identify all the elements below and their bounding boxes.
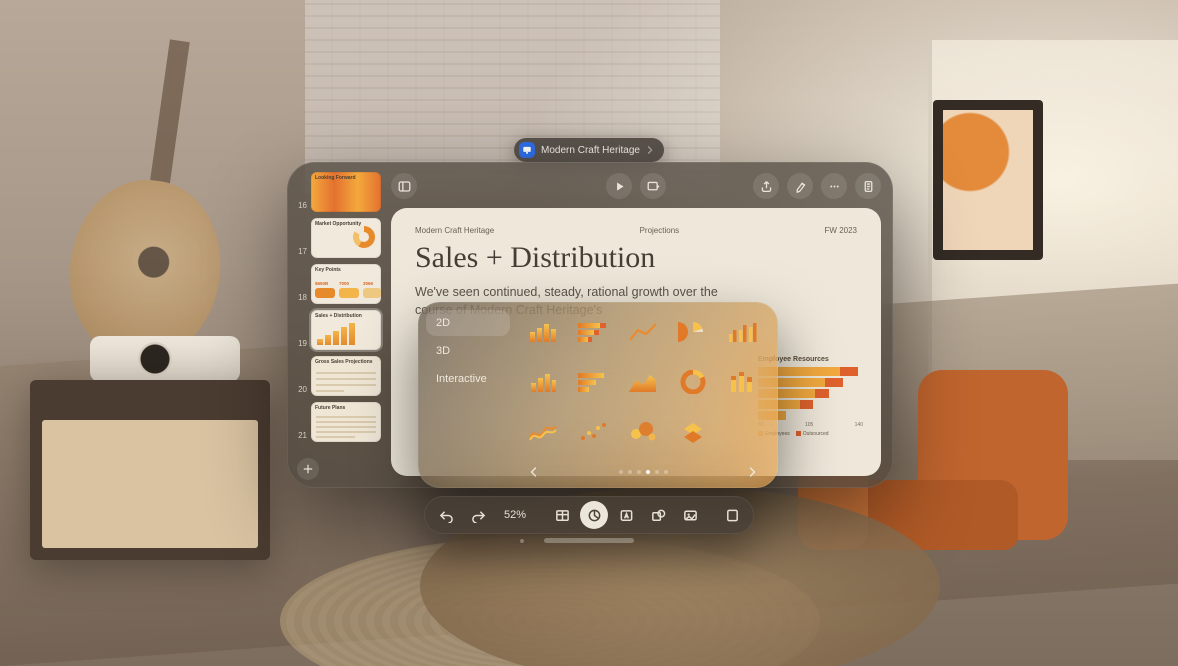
crumb-left: Modern Craft Heritage [415, 226, 494, 235]
chart-type-bar-stacked-vertical[interactable] [722, 360, 764, 404]
page-next-button[interactable] [742, 462, 762, 482]
add-slide-button[interactable] [297, 458, 319, 480]
chart-type-bar-vertical-alt[interactable] [522, 360, 564, 404]
play-in-window-button[interactable] [640, 173, 666, 199]
chart-tab-interactive[interactable]: Interactive [426, 366, 510, 392]
top-toolbar [391, 172, 881, 200]
slide-thumb-21[interactable]: 21 Future Plans [293, 402, 381, 442]
slide-thumb-18[interactable]: 18 Key Points $650B 7000 3066 [293, 264, 381, 304]
chart-type-donut[interactable] [672, 360, 714, 404]
play-button[interactable] [606, 173, 632, 199]
zoom-level[interactable]: 52% [496, 509, 534, 521]
slide-navigator[interactable]: 16 Looking Forward 17 Market Opportunity… [287, 162, 387, 488]
redo-button[interactable] [464, 501, 492, 529]
chart-tab-2d[interactable]: 2D [426, 310, 510, 336]
crumb-right: FW 2023 [825, 226, 857, 235]
insert-chart-button[interactable] [580, 501, 608, 529]
slide-thumb-17[interactable]: 17 Market Opportunity [293, 218, 381, 258]
chart-type-pie[interactable] [672, 310, 714, 354]
inspector-button[interactable] [718, 501, 746, 529]
page-prev-button[interactable] [524, 462, 544, 482]
chart-picker-tabs: 2D 3D Interactive [418, 302, 518, 488]
chart-type-shape-stack[interactable] [672, 410, 714, 454]
insert-toolbar: 52% [424, 496, 754, 534]
chart-type-bar-horizontal[interactable] [572, 360, 614, 404]
insert-table-button[interactable] [548, 501, 576, 529]
chart-picker-popover: 2D 3D Interactive [418, 302, 778, 488]
slide-thumb-20[interactable]: 20 Gross Sales Projections [293, 356, 381, 396]
chart-type-area[interactable] [622, 360, 664, 404]
document-title: Modern Craft Heritage [541, 145, 640, 156]
chart-type-bar-horizontal-stacked[interactable] [572, 310, 614, 354]
page-dots[interactable] [619, 470, 668, 474]
slide-thumb-16[interactable]: 16 Looking Forward [293, 172, 381, 212]
window-title-pill[interactable]: Modern Craft Heritage [514, 138, 664, 162]
chart-type-bubble[interactable] [622, 410, 664, 454]
window-grabber[interactable] [544, 538, 634, 543]
slide-thumb-19[interactable]: 19 Sales + Distribution [293, 310, 381, 350]
chart-type-bar-vertical[interactable] [522, 310, 564, 354]
insert-media-button[interactable] [676, 501, 704, 529]
chevron-right-icon [646, 146, 654, 154]
crumb-center: Projections [640, 226, 680, 235]
chart-type-grid [522, 310, 764, 462]
keynote-app-icon [519, 142, 535, 158]
slide-title[interactable]: Sales + Distribution [415, 241, 857, 275]
toggle-sidebar-button[interactable] [391, 173, 417, 199]
document-options-button[interactable] [855, 173, 881, 199]
chart-tab-3d[interactable]: 3D [426, 338, 510, 364]
undo-button[interactable] [432, 501, 460, 529]
chart-type-line[interactable] [622, 310, 664, 354]
insert-text-button[interactable] [612, 501, 640, 529]
chart-type-blank [722, 410, 764, 454]
chart-type-bar-grouped[interactable] [722, 310, 764, 354]
chart-type-line-smooth[interactable] [522, 410, 564, 454]
more-button[interactable] [821, 173, 847, 199]
insert-shape-button[interactable] [644, 501, 672, 529]
format-paint-button[interactable] [787, 173, 813, 199]
chart-picker-pager [522, 462, 764, 482]
chart-type-scatter[interactable] [572, 410, 614, 454]
share-button[interactable] [753, 173, 779, 199]
